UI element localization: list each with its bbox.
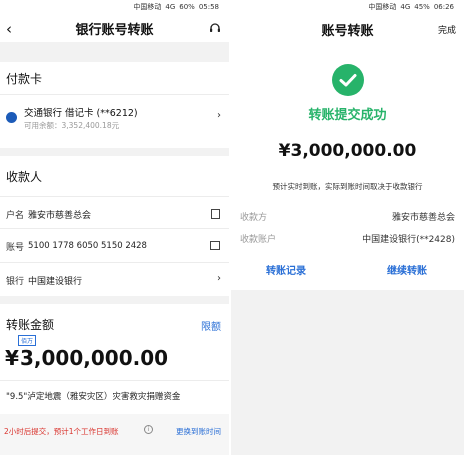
success-amount: ¥3,000,000.00 [278, 141, 417, 161]
amount-currency: ¥ [5, 346, 19, 370]
card-balance: 可用余额：3,352,400.18元 [24, 121, 120, 130]
signal-label: 4G [400, 3, 411, 11]
payee-section: 收款人 户名 雅安市慈善总会 账号 5100 1778 6050 5150 24… [0, 156, 229, 296]
page-title: 银行账号转账 [75, 22, 154, 38]
name-label: 户名 [6, 210, 25, 221]
card-chevron-icon[interactable]: › [217, 110, 221, 121]
payee-label: 收款方 [240, 213, 268, 223]
amount-title: 转账金额 [6, 318, 55, 332]
success-title: 转账提交成功 [308, 108, 387, 123]
card-name: 交通银行 借记卡 (**6212) [24, 108, 138, 119]
unit-badge: 佰万 [18, 335, 37, 346]
account-row[interactable]: 账号 5100 1778 6050 5150 2428 [0, 236, 229, 256]
transfer-form-screen: 中国移动 4G 60% 05:58 ‹ 银行账号转账 付款卡 交通银行 借记卡 … [0, 0, 229, 455]
payee-name-row[interactable]: 户名 雅安市慈善总会 [0, 204, 229, 224]
bocom-logo-icon [6, 112, 17, 123]
contact-book-icon[interactable] [211, 209, 220, 219]
limit-link[interactable]: 限额 [201, 318, 221, 333]
name-value: 雅安市慈善总会 [28, 210, 92, 221]
amount-input[interactable]: 3,000,000.00 [20, 346, 168, 370]
status-bar: 中国移动 4G 45% 06:26 [231, 0, 464, 14]
battery-label: 45% [414, 3, 430, 11]
battery-label: 60% [179, 3, 195, 11]
status-bar: 中国移动 4G 60% 05:58 [0, 0, 229, 14]
transfer-records-button[interactable]: 转账记录 [266, 262, 306, 277]
nav-bar: 账号转账 完成 [231, 14, 464, 44]
payee-title: 收款人 [6, 170, 43, 184]
info-icon[interactable]: i [144, 425, 153, 434]
nav-bar: ‹ 银行账号转账 [0, 14, 229, 42]
bank-chevron-icon[interactable]: › [217, 273, 221, 284]
carrier-label: 中国移动 [368, 3, 397, 11]
done-button[interactable]: 完成 [438, 23, 456, 36]
transfer-success-screen: 中国移动 4G 45% 06:26 账号转账 完成 转账提交成功 ¥3,000,… [231, 0, 464, 455]
memo-field[interactable]: "9.5"泸定地震（雅安灾区）灾害救灾捐赠资金 [6, 390, 180, 402]
account-label: 账号 [6, 242, 25, 253]
time-label: 05:58 [198, 3, 219, 11]
bank-row[interactable]: 银行 中国建设银行 › [0, 270, 229, 290]
time-label: 06:26 [433, 3, 454, 11]
account-label: 收款账户 [240, 235, 277, 245]
arrival-note: 预计实时到账，实际到账时间取决于收款银行 [272, 182, 423, 191]
change-time-link[interactable]: 更换到账时间 [176, 426, 221, 437]
account-value: 5100 1778 6050 5150 2428 [28, 241, 147, 251]
bank-label: 银行 [6, 276, 25, 287]
account-value: 中国建设银行(**2428) [362, 235, 455, 245]
arrival-notice: 2小时后提交，预计1个工作日到账 [4, 427, 119, 436]
page-title: 账号转账 [321, 23, 374, 39]
signal-label: 4G [165, 3, 176, 11]
pay-card-title: 付款卡 [6, 72, 43, 86]
bank-value: 中国建设银行 [28, 276, 83, 287]
success-check-icon [332, 64, 364, 96]
back-arrow-icon[interactable]: ‹ [6, 20, 12, 38]
headset-icon[interactable] [209, 22, 221, 34]
amount-section: 转账金额 限额 佰万 ¥ 3,000,000.00 "9.5"泸定地震（雅安灾区… [0, 304, 229, 414]
continue-transfer-button[interactable]: 继续转账 [387, 262, 427, 277]
pay-card-section: 付款卡 交通银行 借记卡 (**6212) 可用余额：3,352,400.18元… [0, 62, 229, 148]
footer: 2小时后提交，预计1个工作日到账 i 更换到账时间 [0, 414, 229, 455]
scan-card-icon[interactable] [210, 241, 220, 250]
payee-value: 雅安市慈善总会 [391, 213, 455, 223]
carrier-label: 中国移动 [133, 3, 162, 11]
